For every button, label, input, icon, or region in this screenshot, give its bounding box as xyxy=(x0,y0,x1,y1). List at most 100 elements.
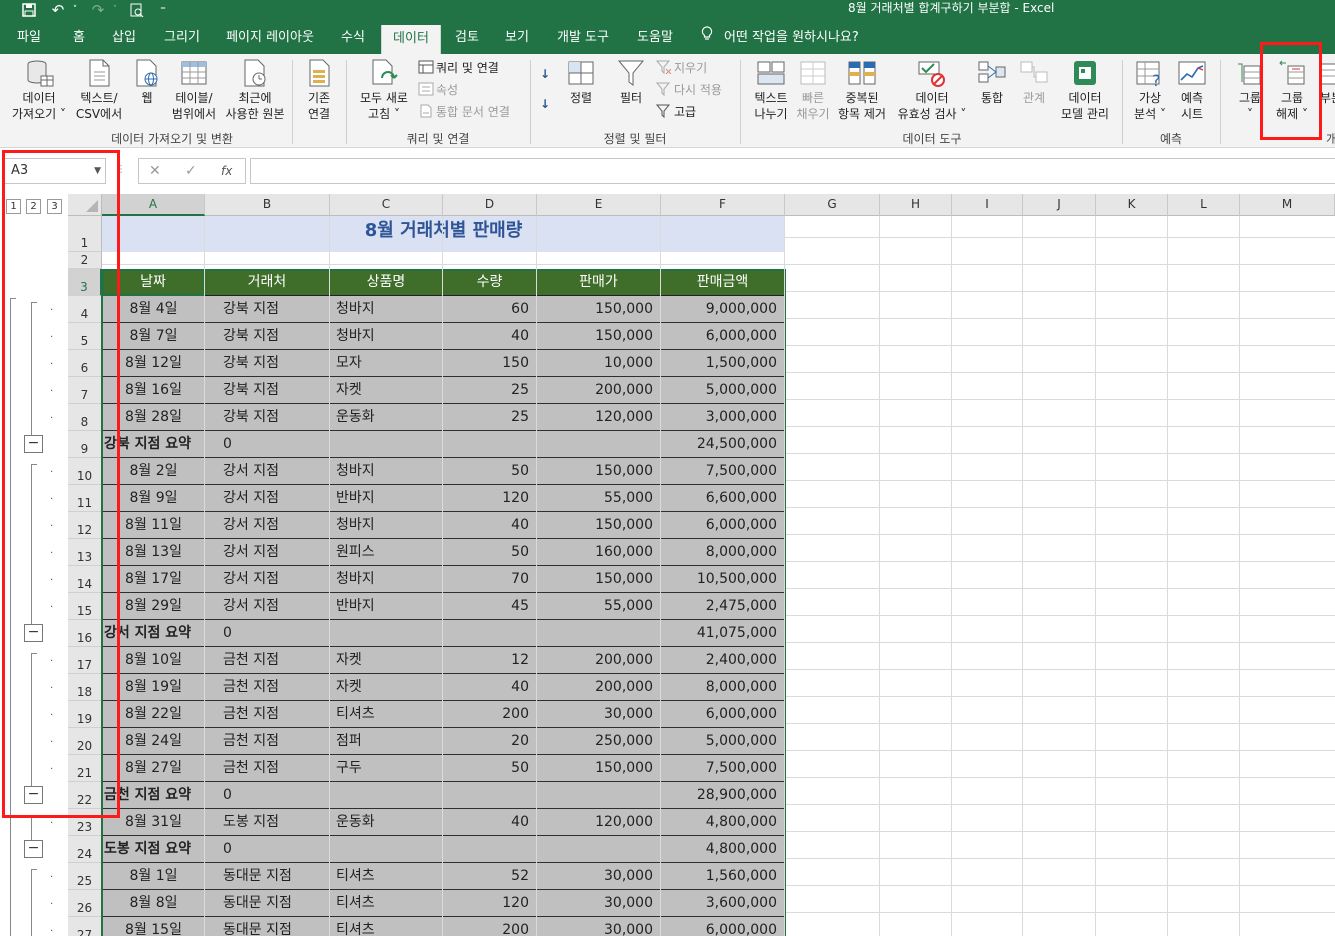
sort-desc-button[interactable]: ↓ xyxy=(540,94,550,114)
redo-dropdown-icon[interactable]: ˅ xyxy=(110,0,120,22)
data-model-button[interactable]: 데이터 모델 관리 xyxy=(1056,58,1114,122)
amount-cell[interactable]: 5,000,000 xyxy=(661,728,785,755)
date-cell[interactable]: 8월 8일 xyxy=(102,890,205,917)
column-header-b[interactable]: B xyxy=(205,194,330,216)
branch-cell[interactable]: 도봉 지점 xyxy=(217,809,285,836)
price-cell[interactable]: 200,000 xyxy=(537,377,661,404)
branch-cell[interactable]: 0 xyxy=(217,782,238,809)
quantity-cell[interactable]: 40 xyxy=(443,809,537,836)
product-cell[interactable] xyxy=(330,620,342,647)
undo-dropdown-icon[interactable]: ˅ xyxy=(70,0,80,22)
tab-help[interactable]: 도움말 xyxy=(628,22,682,54)
quantity-cell[interactable]: 40 xyxy=(443,512,537,539)
tab-draw[interactable]: 그리기 xyxy=(154,22,210,54)
amount-cell[interactable]: 2,475,000 xyxy=(661,593,785,620)
branch-cell[interactable]: 강북 지점 xyxy=(217,323,285,350)
price-cell[interactable] xyxy=(537,782,661,809)
enter-icon[interactable]: ✓ xyxy=(185,159,197,183)
cancel-icon[interactable]: ✕ xyxy=(149,159,161,183)
price-cell[interactable]: 30,000 xyxy=(537,890,661,917)
tab-page-layout[interactable]: 페이지 레이아웃 xyxy=(220,22,320,54)
product-cell[interactable]: 자켓 xyxy=(330,647,368,674)
quantity-cell[interactable]: 25 xyxy=(443,404,537,431)
quantity-cell[interactable]: 50 xyxy=(443,458,537,485)
forecast-sheet-button[interactable]: 예측 시트 xyxy=(1172,58,1212,122)
redo-icon[interactable]: ↷ xyxy=(88,0,108,22)
undo-icon[interactable]: ↶ xyxy=(48,0,68,22)
price-cell[interactable] xyxy=(537,620,661,647)
tab-formulas[interactable]: 수식 xyxy=(330,22,376,54)
quantity-cell[interactable]: 40 xyxy=(443,323,537,350)
product-cell[interactable]: 반바지 xyxy=(330,485,381,512)
price-cell[interactable]: 55,000 xyxy=(537,485,661,512)
product-cell[interactable]: 자켓 xyxy=(330,674,368,701)
product-cell[interactable]: 청바지 xyxy=(330,512,381,539)
branch-cell[interactable]: 강북 지점 xyxy=(217,350,285,377)
branch-cell[interactable]: 강서 지점 xyxy=(217,458,285,485)
quantity-cell[interactable] xyxy=(443,431,537,458)
branch-cell[interactable]: 강북 지점 xyxy=(217,296,285,323)
quantity-cell[interactable]: 150 xyxy=(443,350,537,377)
price-cell[interactable]: 200,000 xyxy=(537,647,661,674)
product-cell[interactable]: 티셔츠 xyxy=(330,701,381,728)
date-cell[interactable]: 8월 1일 xyxy=(102,863,205,890)
quantity-cell[interactable]: 20 xyxy=(443,728,537,755)
quantity-cell[interactable]: 200 xyxy=(443,917,537,936)
price-cell[interactable]: 150,000 xyxy=(537,458,661,485)
summary-label-cell[interactable]: 도봉 지점 요약 xyxy=(102,836,197,863)
branch-cell[interactable]: 강서 지점 xyxy=(217,593,285,620)
amount-cell[interactable]: 3,600,000 xyxy=(661,890,785,917)
existing-connections-button[interactable]: 기존 연결 xyxy=(298,58,340,122)
amount-cell[interactable]: 4,800,000 xyxy=(661,809,785,836)
product-cell[interactable]: 모자 xyxy=(330,350,368,377)
product-cell[interactable]: 청바지 xyxy=(330,296,381,323)
collapse-button[interactable]: − xyxy=(24,840,43,858)
price-cell[interactable]: 120,000 xyxy=(537,809,661,836)
refresh-all-button[interactable]: 모두 새로 고침 ˅ xyxy=(354,58,414,122)
product-cell[interactable]: 티셔츠 xyxy=(330,890,381,917)
amount-cell[interactable]: 7,500,000 xyxy=(661,458,785,485)
product-cell[interactable] xyxy=(330,431,342,458)
amount-cell[interactable]: 7,500,000 xyxy=(661,755,785,782)
consolidate-button[interactable]: 통합 xyxy=(972,58,1012,106)
branch-cell[interactable]: 금천 지점 xyxy=(217,674,285,701)
preview-icon[interactable] xyxy=(128,0,146,22)
advanced-filter-button[interactable]: 고급 xyxy=(655,102,696,122)
filter-button[interactable]: 필터 xyxy=(610,58,652,106)
quantity-cell[interactable]: 50 xyxy=(443,755,537,782)
price-cell[interactable]: 55,000 xyxy=(537,593,661,620)
data-validation-button[interactable]: 데이터 유효성 검사 ˅ xyxy=(892,58,972,122)
branch-cell[interactable]: 금천 지점 xyxy=(217,728,285,755)
product-cell[interactable] xyxy=(330,782,342,809)
price-cell[interactable] xyxy=(537,431,661,458)
price-cell[interactable]: 30,000 xyxy=(537,701,661,728)
branch-cell[interactable]: 0 xyxy=(217,431,238,458)
amount-cell[interactable]: 6,000,000 xyxy=(661,323,785,350)
quantity-cell[interactable] xyxy=(443,782,537,809)
product-cell[interactable]: 점퍼 xyxy=(330,728,368,755)
branch-cell[interactable]: 금천 지점 xyxy=(217,701,285,728)
relationships-button[interactable]: 관계 xyxy=(1014,58,1054,106)
price-cell[interactable]: 160,000 xyxy=(537,539,661,566)
branch-cell[interactable]: 강북 지점 xyxy=(217,404,285,431)
tab-insert[interactable]: 삽입 xyxy=(104,22,144,54)
from-text-csv-button[interactable]: 텍스트/ CSV에서 xyxy=(72,58,126,122)
queries-connections-button[interactable]: 쿼리 및 연결 xyxy=(418,58,499,78)
tab-review[interactable]: 검토 xyxy=(446,22,488,54)
price-cell[interactable]: 150,000 xyxy=(537,296,661,323)
text-to-columns-button[interactable]: 텍스트 나누기 xyxy=(748,58,794,122)
column-header-j[interactable]: J xyxy=(1023,194,1096,216)
row-header[interactable]: 24 xyxy=(68,836,102,863)
product-cell[interactable]: 원피스 xyxy=(330,539,381,566)
price-cell[interactable]: 200,000 xyxy=(537,674,661,701)
date-cell[interactable]: 8월 15일 xyxy=(102,917,205,936)
quantity-cell[interactable] xyxy=(443,620,537,647)
product-cell[interactable]: 청바지 xyxy=(330,458,381,485)
product-cell[interactable]: 운동화 xyxy=(330,404,381,431)
amount-cell[interactable]: 2,400,000 xyxy=(661,647,785,674)
row-header[interactable]: 26 xyxy=(68,890,102,917)
price-cell[interactable] xyxy=(537,836,661,863)
row-header[interactable]: 27 xyxy=(68,917,102,936)
tab-developer[interactable]: 개발 도구 xyxy=(548,22,618,54)
quantity-cell[interactable]: 120 xyxy=(443,890,537,917)
